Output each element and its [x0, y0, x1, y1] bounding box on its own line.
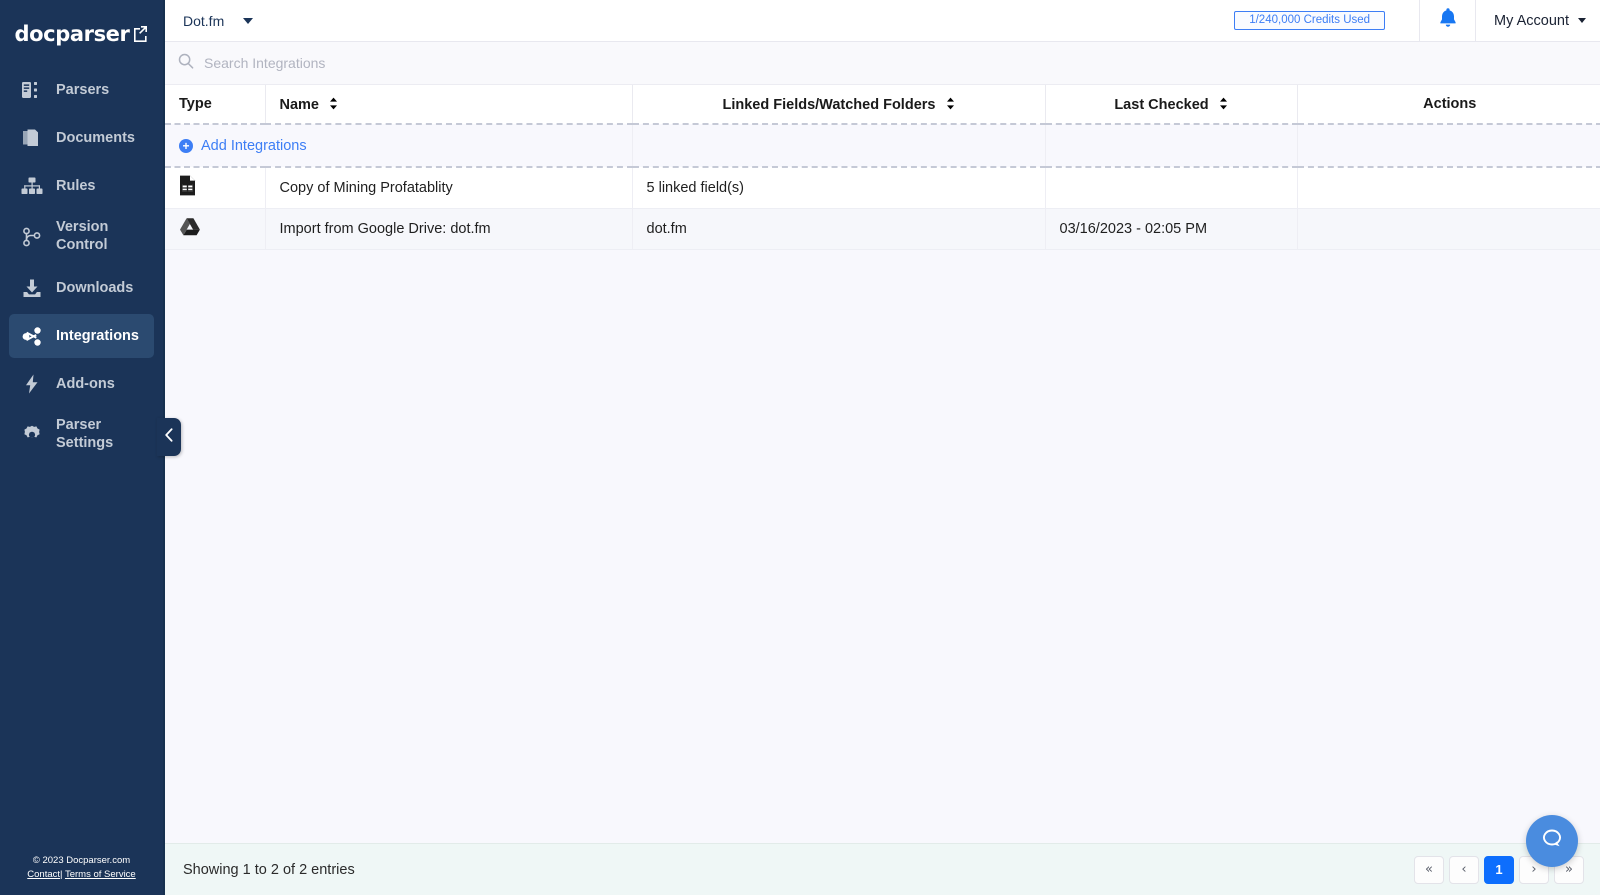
sidebar-item-label: Rules — [56, 178, 96, 194]
terms-of-service-link[interactable]: Terms of Service — [65, 869, 136, 880]
sidebar-item-label: Documents — [56, 130, 135, 146]
google-drive-icon — [179, 217, 201, 237]
add-integrations-button[interactable]: + Add Integrations — [179, 138, 307, 154]
add-integrations-label: Add Integrations — [201, 137, 307, 154]
sidebar-item-label: Parsers — [56, 82, 110, 98]
sidebar-item-downloads[interactable]: Downloads — [9, 266, 154, 310]
add-row-spacer-last — [1045, 123, 1298, 168]
row-last-checked-cell: 03/16/2023 - 02:05 PM — [1045, 208, 1298, 250]
sort-icon — [1219, 97, 1228, 114]
app-root: docparser Parsers Documents Rules Versio… — [0, 0, 1600, 895]
row-actions-cell[interactable] — [1297, 208, 1600, 250]
column-label: Type — [179, 96, 212, 112]
credits-badge[interactable]: 1/240,000 Credits Used — [1234, 11, 1386, 30]
google-sheets-icon — [179, 175, 196, 196]
parser-account-selector[interactable]: Dot.fm — [165, 0, 271, 41]
chat-bubble-icon — [1539, 826, 1565, 857]
add-row-spacer-actions — [1297, 123, 1600, 168]
integrations-table: Type Name Linked Fields/Watched Folders — [165, 85, 1600, 250]
share-icon — [21, 325, 43, 347]
add-integrations-cell: + Add Integrations — [165, 123, 633, 168]
documents-icon — [21, 127, 43, 149]
pagination-first-button[interactable]: « — [1414, 855, 1444, 884]
chevron-down-icon — [243, 17, 254, 24]
sidebar-item-add-ons[interactable]: Add-ons — [9, 362, 154, 406]
row-name-cell: Copy of Mining Profatablity — [265, 167, 633, 209]
pagination-page-1-button[interactable]: 1 — [1484, 855, 1514, 884]
chevron-down-icon — [1578, 18, 1586, 23]
sidebar-footer: © 2023 Docparser.com Contact| Terms of S… — [0, 854, 163, 895]
row-last-checked-cell — [1045, 167, 1298, 209]
row-linked-cell: 5 linked field(s) — [632, 167, 1046, 209]
account-selector-label: Dot.fm — [183, 12, 225, 29]
search-input[interactable] — [204, 55, 624, 71]
sidebar-collapse-button[interactable] — [157, 418, 181, 456]
sidebar-item-parser-settings[interactable]: Parser Settings — [9, 410, 154, 460]
sidebar-item-integrations[interactable]: Integrations — [9, 314, 154, 358]
table-header: Type Name Linked Fields/Watched Folders — [165, 85, 1600, 124]
search-icon — [178, 53, 194, 74]
entries-count-text: Showing 1 to 2 of 2 entries — [183, 861, 355, 878]
parsers-icon — [21, 79, 43, 101]
sidebar-item-label: Parser Settings — [56, 417, 114, 451]
search-bar — [165, 42, 1600, 85]
my-account-menu[interactable]: My Account — [1475, 0, 1600, 42]
row-actions-cell[interactable] — [1297, 167, 1600, 209]
sidebar-item-label: Integrations — [56, 328, 139, 344]
column-label: Actions — [1423, 96, 1477, 112]
top-bar: Dot.fm 1/240,000 Credits Used My Account — [165, 0, 1600, 42]
sidebar-item-documents[interactable]: Documents — [9, 116, 154, 160]
pagination-prev-button[interactable]: ‹ — [1449, 855, 1479, 884]
rules-icon — [21, 175, 43, 197]
my-account-label: My Account — [1494, 12, 1569, 29]
column-header-actions: Actions — [1297, 85, 1600, 124]
sort-icon — [329, 97, 338, 114]
bell-icon — [1438, 7, 1458, 34]
column-header-linked-fields[interactable]: Linked Fields/Watched Folders — [632, 85, 1046, 124]
notifications-button[interactable] — [1419, 0, 1475, 42]
table-body: + Add Integrations Copy of Mining Profat… — [165, 123, 1600, 250]
brand-logo[interactable]: docparser — [0, 0, 163, 62]
version-control-icon — [21, 226, 43, 248]
column-label: Last Checked — [1114, 96, 1209, 113]
sidebar-item-rules[interactable]: Rules — [9, 164, 154, 208]
row-type-cell — [165, 208, 266, 250]
table-row[interactable]: Copy of Mining Profatablity 5 linked fie… — [165, 167, 1600, 209]
column-header-last-checked[interactable]: Last Checked — [1045, 85, 1298, 124]
row-name-cell: Import from Google Drive: dot.fm — [265, 208, 633, 250]
sidebar-item-label: Add-ons — [56, 376, 115, 392]
sidebar-nav: Parsers Documents Rules Version Control … — [0, 64, 163, 854]
external-link-icon — [132, 25, 148, 43]
brand-name: docparser — [14, 22, 130, 46]
chevron-left-icon — [164, 427, 174, 447]
row-linked-cell: dot.fm — [632, 208, 1046, 250]
download-icon — [21, 277, 43, 299]
footer-separator: | — [60, 869, 63, 881]
help-chat-button[interactable] — [1526, 815, 1578, 867]
add-integrations-row: + Add Integrations — [165, 123, 1600, 168]
main-content: Dot.fm 1/240,000 Credits Used My Account — [163, 0, 1600, 895]
column-label: Linked Fields/Watched Folders — [722, 96, 936, 113]
table-row[interactable]: Import from Google Drive: dot.fm dot.fm … — [165, 208, 1600, 250]
add-row-spacer-linked — [632, 123, 1046, 168]
plus-circle-icon: + — [179, 138, 193, 153]
sidebar: docparser Parsers Documents Rules Versio… — [0, 0, 163, 895]
contact-link[interactable]: Contact — [27, 869, 60, 880]
bolt-icon — [21, 373, 43, 395]
integrations-table-container: Type Name Linked Fields/Watched Folders — [165, 85, 1600, 843]
sidebar-item-label: Version Control — [56, 219, 109, 253]
sidebar-item-parsers[interactable]: Parsers — [9, 68, 154, 112]
table-header-row: Type Name Linked Fields/Watched Folders — [165, 85, 1600, 124]
copyright-text: © 2023 Docparser.com — [32, 854, 131, 866]
row-type-cell — [165, 167, 266, 209]
column-label: Name — [279, 96, 320, 113]
column-header-name[interactable]: Name — [265, 85, 633, 124]
column-header-type: Type — [165, 85, 266, 124]
sort-icon — [946, 97, 955, 114]
sidebar-item-label: Downloads — [56, 280, 134, 296]
table-footer: Showing 1 to 2 of 2 entries « ‹ 1 › » — [165, 843, 1600, 895]
gear-icon — [21, 424, 43, 446]
sidebar-item-version-control[interactable]: Version Control — [9, 212, 154, 262]
